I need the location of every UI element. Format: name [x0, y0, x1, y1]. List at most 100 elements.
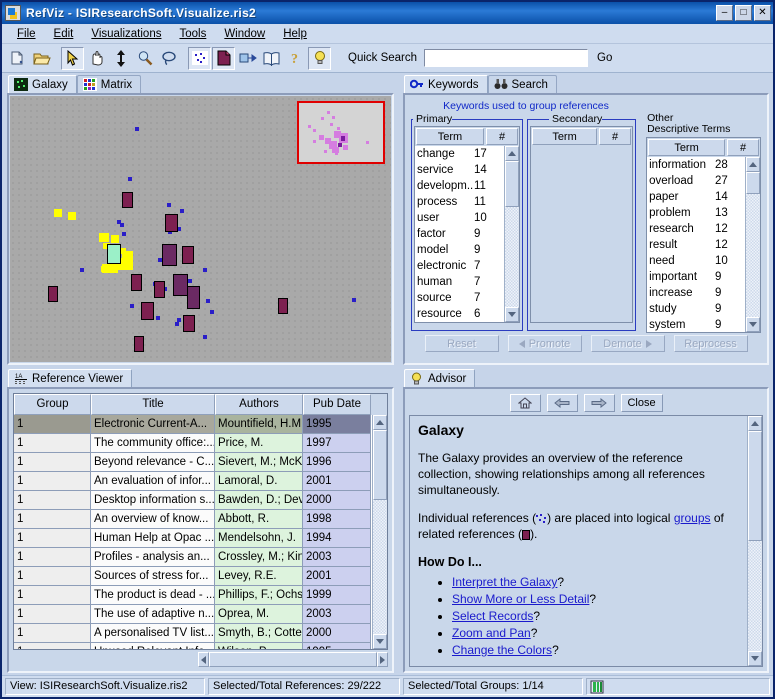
other-vertical-scrollbar[interactable]	[745, 157, 760, 332]
open-folder-icon[interactable]	[30, 47, 53, 70]
primary-col-term[interactable]: Term	[416, 128, 484, 145]
secondary-col-term[interactable]: Term	[532, 128, 598, 145]
list-item[interactable]: problem 13	[647, 205, 745, 221]
list-item[interactable]: source 7	[415, 290, 504, 306]
menu-visualizations[interactable]: Visualizations	[82, 26, 170, 42]
column-header-title[interactable]: Title	[91, 394, 215, 415]
document-page-icon[interactable]	[212, 46, 235, 70]
zoom-magnifier-icon[interactable]	[133, 47, 156, 70]
lasso-icon[interactable]	[157, 47, 180, 70]
minimize-button[interactable]: –	[716, 5, 733, 21]
table-row[interactable]: 1 Beyond relevance - C... Sievert, M.; McK…	[14, 453, 372, 472]
table-row[interactable]: 1 The product is dead - ... Phillips, F.; …	[14, 586, 372, 605]
quick-search-go-button[interactable]: Go	[597, 52, 612, 64]
resize-vertical-icon[interactable]	[109, 47, 132, 70]
reprocess-button[interactable]: Reprocess	[673, 335, 748, 352]
table-row[interactable]: 1Unused Relevant Info...Wilson, P.1995	[14, 643, 372, 649]
tab-matrix[interactable]: Matrix	[76, 75, 142, 93]
table-row[interactable]: 1A personalised TV list... Smyth, B.; Cot…	[14, 624, 372, 643]
advisor-home-button[interactable]	[509, 394, 541, 412]
list-item[interactable]: human 7	[415, 274, 504, 290]
list-item[interactable]: Change the Colors?	[452, 642, 739, 658]
menu-help[interactable]: Help	[274, 26, 316, 42]
list-item[interactable]: study 9	[647, 301, 745, 317]
table-row[interactable]: 1 The community office:... Price, M. 1997	[14, 434, 372, 453]
table-row[interactable]: 1 Profiles - analysis an... Crossley, M.; …	[14, 548, 372, 567]
help-question-icon[interactable]: ?	[284, 47, 307, 70]
list-item[interactable]: result 12	[647, 237, 745, 253]
reference-horizontal-scrollbar[interactable]	[13, 652, 388, 667]
advisor-vertical-scrollbar[interactable]	[747, 416, 762, 666]
advisor-groups-link[interactable]: groups	[674, 511, 711, 525]
tab-advisor[interactable]: Advisor	[404, 369, 476, 387]
table-row[interactable]: 1 An evaluation of infor... Lamoral, D. 200…	[14, 472, 372, 491]
table-row[interactable]: 1 Human Help at Opac ... Mendelsohn, J. 199…	[14, 529, 372, 548]
scroll-down-icon[interactable]	[746, 317, 760, 332]
link-select-records[interactable]: Select Records	[452, 609, 533, 623]
list-item[interactable]: paper 14	[647, 189, 745, 205]
reference-vertical-scrollbar[interactable]	[372, 415, 387, 649]
menu-file[interactable]: File	[8, 26, 45, 42]
reset-button[interactable]: Reset	[424, 335, 499, 352]
scroll-up-icon[interactable]	[746, 157, 760, 172]
maximize-button[interactable]: □	[735, 5, 752, 21]
list-item[interactable]: overload 27	[647, 173, 745, 189]
primary-col-count[interactable]: #	[486, 128, 518, 145]
new-document-icon[interactable]	[6, 47, 29, 70]
list-item[interactable]: Interpret the Galaxy?	[452, 574, 739, 590]
list-item[interactable]: factor 9	[415, 226, 504, 242]
list-item[interactable]: research 12	[647, 221, 745, 237]
galaxy-canvas-frame[interactable]	[7, 93, 394, 365]
scroll-track[interactable]	[505, 207, 519, 307]
column-header-group[interactable]: Group	[14, 394, 91, 415]
scroll-down-icon[interactable]	[748, 651, 762, 666]
hscroll-thumb[interactable]	[209, 652, 377, 667]
close-button[interactable]: ✕	[754, 5, 771, 21]
book-icon[interactable]	[260, 47, 283, 70]
list-item[interactable]: important 9	[647, 269, 745, 285]
other-keyword-table[interactable]: Term # information 28 overload 27 paper 14	[646, 137, 761, 333]
pan-hand-icon[interactable]	[85, 47, 108, 70]
other-col-term[interactable]: Term	[648, 139, 725, 156]
scatter-dots-icon[interactable]	[188, 46, 211, 70]
scroll-up-icon[interactable]	[373, 415, 387, 430]
tab-reference-viewer[interactable]: 1A Reference Viewer	[8, 369, 133, 387]
scroll-track[interactable]	[748, 541, 762, 651]
advisor-close-button[interactable]: Close	[620, 394, 663, 412]
scroll-up-icon[interactable]	[748, 416, 762, 431]
list-item[interactable]: resource 6	[415, 306, 504, 322]
list-item[interactable]: Select Records?	[452, 608, 739, 624]
other-col-count[interactable]: #	[727, 139, 759, 156]
list-item[interactable]: process 11	[415, 194, 504, 210]
scroll-track[interactable]	[746, 194, 760, 317]
list-item[interactable]: information 28	[647, 157, 745, 173]
list-item[interactable]: developm... 11	[415, 178, 504, 194]
scroll-track[interactable]	[373, 500, 387, 634]
list-item[interactable]: Zoom and Pan?	[452, 625, 739, 641]
menu-window[interactable]: Window	[215, 26, 274, 42]
link-zoom-and-pan[interactable]: Zoom and Pan	[452, 626, 531, 640]
scroll-thumb[interactable]	[505, 161, 519, 207]
export-icon[interactable]	[236, 47, 259, 70]
table-row[interactable]: 1 An overview of know... Abbott, R. 1998	[14, 510, 372, 529]
list-item[interactable]: electronic 7	[415, 258, 504, 274]
list-item[interactable]: Show More or Less Detail?	[452, 591, 739, 607]
table-row[interactable]: 1 Desktop information s... Bawden, D.; Dev…	[14, 491, 372, 510]
scroll-thumb[interactable]	[748, 431, 762, 541]
galaxy-minimap[interactable]	[297, 101, 385, 164]
advisor-forward-button[interactable]	[583, 394, 615, 412]
advisor-back-button[interactable]	[546, 394, 578, 412]
table-row[interactable]: 1 Electronic Current-A... Mountifield, H.M…	[14, 415, 372, 434]
list-item[interactable]: system 9	[647, 317, 745, 332]
link-interpret-the-galaxy[interactable]: Interpret the Galaxy	[452, 575, 557, 589]
quick-search-input[interactable]	[424, 49, 589, 67]
list-item[interactable]: need 10	[647, 253, 745, 269]
tab-galaxy[interactable]: Galaxy	[8, 75, 77, 93]
secondary-keyword-table[interactable]: Term #	[530, 126, 634, 323]
advisor-lightbulb-icon[interactable]	[308, 46, 331, 70]
list-item[interactable]: user 10	[415, 210, 504, 226]
link-show-more-or-less-detail[interactable]: Show More or Less Detail	[452, 592, 589, 606]
table-row[interactable]: 1 The use of adaptive n... Oprea, M. 2003	[14, 605, 372, 624]
column-header-pubdate[interactable]: Pub Date	[303, 394, 371, 415]
primary-keyword-table[interactable]: Term # change 17 service 14 developm... 11	[414, 126, 520, 323]
